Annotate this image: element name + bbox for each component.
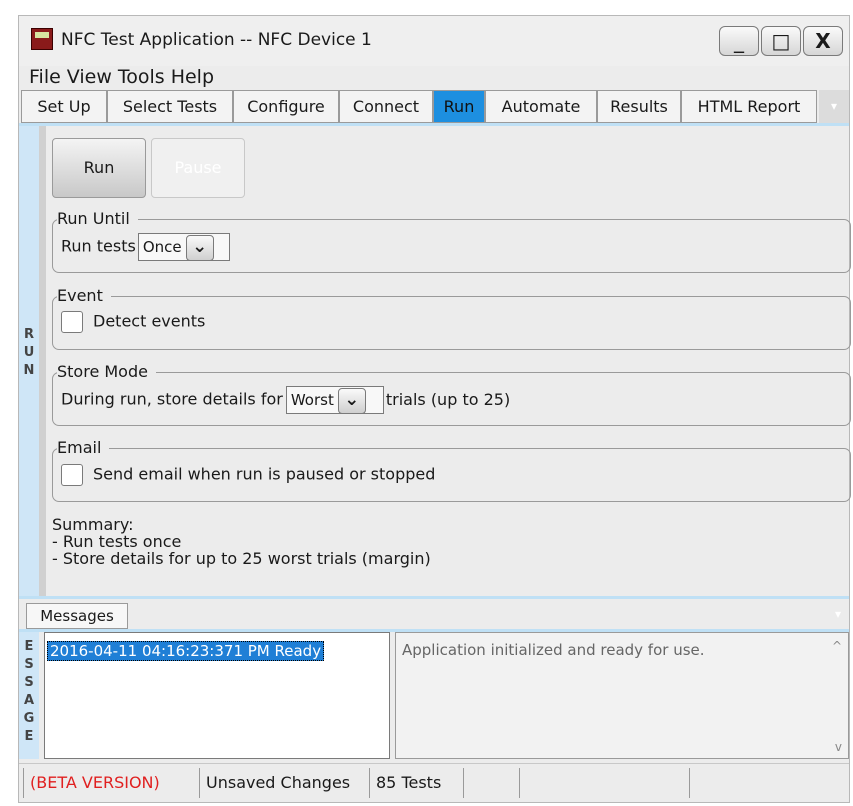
panel-stripe (39, 126, 46, 596)
run-side-label: RUN (19, 126, 39, 596)
close-button[interactable]: X (803, 26, 843, 56)
minimize-button[interactable]: _ (719, 26, 759, 56)
tab-messages[interactable]: Messages (26, 603, 128, 629)
app-window: NFC Test Application -- NFC Device 1 _ □… (18, 15, 851, 803)
status-cell-empty (519, 768, 689, 798)
tab-html-report[interactable]: HTML Report (681, 90, 817, 123)
summary: Summary: - Run tests once - Store detail… (52, 516, 431, 567)
summary-title: Summary: (52, 515, 134, 534)
email-row: Send email when run is paused or stopped (61, 464, 435, 486)
send-email-checkbox[interactable] (61, 464, 83, 486)
tab-set-up[interactable]: Set Up (21, 90, 107, 123)
main-tabs: Set Up Select Tests Configure Connect Ru… (19, 90, 849, 123)
tab-automate[interactable]: Automate (485, 90, 597, 123)
messages-side-text: ESSAGE (23, 639, 35, 744)
run-side-text: RUN (23, 327, 35, 378)
app-icon (31, 28, 53, 50)
event-legend: Event (57, 286, 111, 305)
minimize-icon: _ (734, 29, 744, 53)
messages-side-label: ESSAGE (19, 632, 39, 759)
run-until-legend: Run Until (57, 209, 138, 228)
tab-configure[interactable]: Configure (233, 90, 339, 123)
scroll-down-icon[interactable]: v (835, 740, 842, 754)
store-mode-row: During run, store details for Worst ⌄ trial… (61, 386, 510, 414)
changes-status: Unsaved Changes (199, 768, 369, 798)
messages-scroll-icon[interactable]: ▾ (835, 607, 841, 621)
email-legend: Email (57, 438, 110, 457)
summary-line: - Run tests once (52, 532, 182, 551)
store-mode-select[interactable]: Worst ⌄ (285, 386, 384, 414)
store-mode-suffix: trials (up to 25) (385, 389, 511, 409)
message-detail-text: Application initialized and ready for us… (402, 641, 705, 659)
email-group: Email Send email when run is paused or s… (52, 438, 851, 502)
list-item[interactable]: 2016-04-11 04:16:23:371 PM Ready (47, 641, 325, 661)
beta-status: (BETA VERSION) (23, 768, 199, 798)
menu-help[interactable]: Help (171, 66, 214, 88)
title-bar: NFC Test Application -- NFC Device 1 _ □… (19, 16, 849, 66)
tab-results[interactable]: Results (597, 90, 681, 123)
event-row: Detect events (61, 311, 205, 333)
tab-run[interactable]: Run (433, 90, 485, 123)
maximize-icon: □ (771, 29, 791, 53)
run-button[interactable]: Run (52, 138, 146, 198)
run-until-prefix: Run tests (61, 236, 136, 256)
tab-scroll-icon[interactable]: ▾ (819, 90, 849, 123)
status-bar: (BETA VERSION) Unsaved Changes 85 Tests (19, 763, 849, 800)
messages-tab-strip: Messages ▾ (19, 599, 849, 629)
status-cell-empty (463, 768, 519, 798)
store-mode-group: Store Mode During run, store details for… (52, 362, 851, 426)
chevron-down-icon: ⌄ (337, 388, 366, 414)
tab-connect[interactable]: Connect (339, 90, 433, 123)
event-group: Event Detect events (52, 286, 851, 350)
detect-events-checkbox[interactable] (61, 311, 83, 333)
chevron-down-icon: ⌄ (185, 235, 214, 261)
run-until-row: Run tests Once ⌄ (61, 233, 230, 261)
messages-list[interactable]: 2016-04-11 04:16:23:371 PM Ready (44, 632, 390, 759)
pause-button[interactable]: Pause (151, 138, 245, 198)
run-until-group: Run Until Run tests Once ⌄ (52, 209, 851, 273)
status-cell-empty (689, 768, 696, 798)
menu-bar: File View Tools Help (19, 66, 849, 90)
menu-tools[interactable]: Tools (118, 66, 165, 88)
detect-events-label: Detect events (93, 311, 206, 331)
messages-area: ESSAGE 2016-04-11 04:16:23:371 PM Ready … (19, 629, 849, 759)
close-icon: X (815, 29, 831, 53)
scroll-up-icon[interactable]: ^ (832, 639, 842, 653)
menu-file[interactable]: File (29, 66, 61, 88)
store-mode-prefix: During run, store details for (61, 389, 283, 409)
run-until-select[interactable]: Once ⌄ (137, 233, 230, 261)
maximize-button[interactable]: □ (761, 26, 801, 56)
tests-status: 85 Tests (369, 768, 463, 798)
store-mode-value: Worst (290, 391, 334, 409)
summary-line: - Store details for up to 25 worst trial… (52, 549, 431, 568)
run-panel: RUN Run Pause Run Until Run tests Once ⌄ E… (19, 123, 851, 599)
send-email-label: Send email when run is paused or stopped (93, 464, 436, 484)
tab-select-tests[interactable]: Select Tests (107, 90, 233, 123)
message-detail: Application initialized and ready for us… (395, 632, 849, 759)
window-title: NFC Test Application -- NFC Device 1 (61, 30, 372, 50)
run-until-value: Once (142, 238, 182, 256)
store-mode-legend: Store Mode (57, 362, 156, 381)
menu-view[interactable]: View (67, 66, 112, 88)
